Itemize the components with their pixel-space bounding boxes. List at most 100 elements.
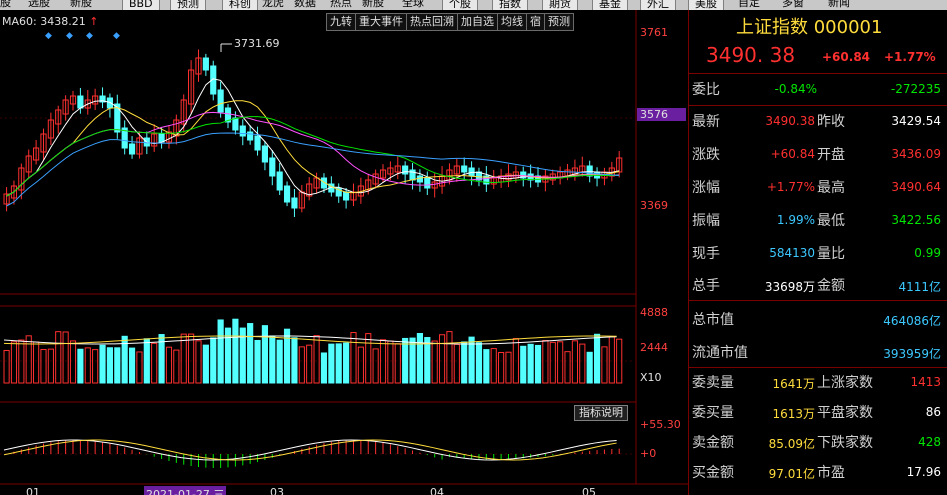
volume-bar	[593, 333, 601, 384]
date-label-selected: 2021-01-27 三	[144, 486, 227, 495]
volume-bar	[564, 351, 571, 384]
date-label: 01	[26, 486, 40, 495]
order-label: 上涨家数	[817, 375, 873, 391]
volume-bar	[188, 333, 195, 384]
quote-label: 涨跌	[692, 147, 720, 163]
volume-axis-top: 4888	[640, 306, 668, 319]
float-cap-label: 流通市值	[692, 345, 748, 361]
candle	[269, 157, 276, 177]
volume-bar	[446, 331, 453, 384]
order-value: 86	[925, 405, 941, 419]
volume-bar	[328, 343, 335, 384]
order-label: 下跌家数	[817, 435, 873, 451]
volume-bar	[601, 346, 608, 384]
candle	[283, 185, 291, 203]
order-label: 买金额	[692, 465, 734, 481]
volume-bar	[3, 349, 10, 384]
menu-item-19[interactable]: 新闻	[828, 0, 850, 10]
order-value: 97.01亿	[768, 467, 815, 481]
quote-label: 开盘	[817, 147, 845, 163]
market-cap-label: 总市值	[692, 312, 734, 328]
volume-bar	[431, 340, 438, 384]
volume-bar	[475, 342, 483, 384]
quote-value: 3490.64	[891, 180, 941, 194]
divider	[689, 367, 947, 368]
menu-item-5[interactable]: 科创	[222, 0, 258, 10]
total-hands-label: 总手	[692, 278, 720, 294]
volume-bar	[195, 340, 202, 384]
volume-bar	[33, 341, 40, 384]
candle	[261, 145, 269, 163]
volume-bar	[409, 337, 416, 384]
volume-bar	[217, 319, 224, 384]
volume-bar	[180, 333, 187, 384]
volume-bar	[298, 346, 305, 384]
menu-item-2[interactable]: 新股	[70, 0, 92, 10]
volume-bar	[151, 342, 158, 384]
date-label: 04	[430, 486, 444, 495]
volume-bar	[99, 344, 106, 384]
candle	[291, 197, 298, 209]
index-price: 3490. 38	[706, 43, 796, 67]
weibi-pct: -0.84%	[774, 82, 817, 96]
menu-item-10[interactable]: 全球	[402, 0, 424, 10]
menu-item-14[interactable]: 基金	[592, 0, 628, 10]
volume-bar	[25, 335, 32, 384]
volume-bar	[416, 333, 424, 384]
order-value: 1641万	[772, 377, 815, 391]
menu-item-1[interactable]: 选股	[28, 0, 50, 10]
quote-value: 3490.38	[765, 114, 815, 128]
volume-bar	[202, 344, 209, 384]
candle	[276, 171, 283, 191]
menu-item-17[interactable]: 自定	[738, 0, 760, 10]
volume-bar	[291, 337, 298, 384]
quote-value: 3429.54	[891, 114, 941, 128]
menu-item-9[interactable]: 新股	[362, 0, 384, 10]
menu-item-13[interactable]: 期货	[542, 0, 578, 10]
volume-bar	[424, 337, 431, 384]
menu-item-0[interactable]: 股	[0, 0, 11, 10]
date-label: 03	[270, 486, 284, 495]
volume-bar	[62, 331, 69, 384]
quote-value: +1.77%	[766, 180, 815, 194]
volume-axis-unit: X10	[640, 371, 662, 384]
menu-item-7[interactable]: 数据	[294, 0, 316, 10]
order-label: 平盘家数	[817, 405, 873, 421]
menu-item-11[interactable]: 个股	[442, 0, 478, 10]
volume-bar	[461, 341, 468, 384]
divider	[689, 300, 947, 301]
volume-bar	[608, 336, 615, 384]
order-label: 卖金额	[692, 435, 734, 451]
menu-item-6[interactable]: 龙虎	[262, 0, 284, 10]
menu-item-3[interactable]: BBD	[122, 0, 160, 10]
volume-bar	[549, 341, 556, 384]
menu-item-15[interactable]: 外汇	[640, 0, 676, 10]
order-value: 1413	[910, 375, 941, 389]
indicator-help-button[interactable]: 指标说明	[574, 405, 628, 421]
total-hands-value: 33698万	[764, 280, 815, 294]
order-label: 市盈	[817, 465, 845, 481]
volume-bar	[55, 331, 62, 384]
quote-label: 昨收	[817, 114, 845, 130]
quote-label: 量比	[817, 246, 845, 262]
menu-item-12[interactable]: 指数	[492, 0, 528, 10]
volume-bar	[210, 337, 217, 384]
menu-item-18[interactable]: 多窗	[782, 0, 804, 10]
volume-bar	[534, 344, 542, 384]
menu-item-4[interactable]: 预测	[170, 0, 206, 10]
volume-bar	[254, 339, 261, 384]
candle	[77, 95, 84, 109]
ma20-line	[6, 111, 620, 197]
menu-item-16[interactable]: 美股	[688, 0, 724, 10]
volume-bar	[18, 339, 25, 384]
quote-label: 涨幅	[692, 180, 720, 196]
volume-ma-line	[3, 335, 617, 345]
volume-bar	[498, 352, 505, 384]
menu-item-8[interactable]: 热点	[330, 0, 352, 10]
top-menu-bar: 股选股 新股 BBD 预测 科创 龙虎 数据 热点 新股 全球 个股 指数 期货 基金 外汇 美股 自定 多窗 新闻	[0, 0, 947, 10]
volume-bar	[69, 340, 77, 384]
kline-chart-area[interactable]: MA60: 3438.21 ↑ ◆ ◆ ◆ ◆ 九转 重大事件 热点回溯 加自选 均线宿…	[0, 10, 688, 495]
market-cap-value: 464086亿	[883, 314, 941, 328]
candle	[217, 89, 224, 113]
volume-bar	[402, 337, 409, 384]
